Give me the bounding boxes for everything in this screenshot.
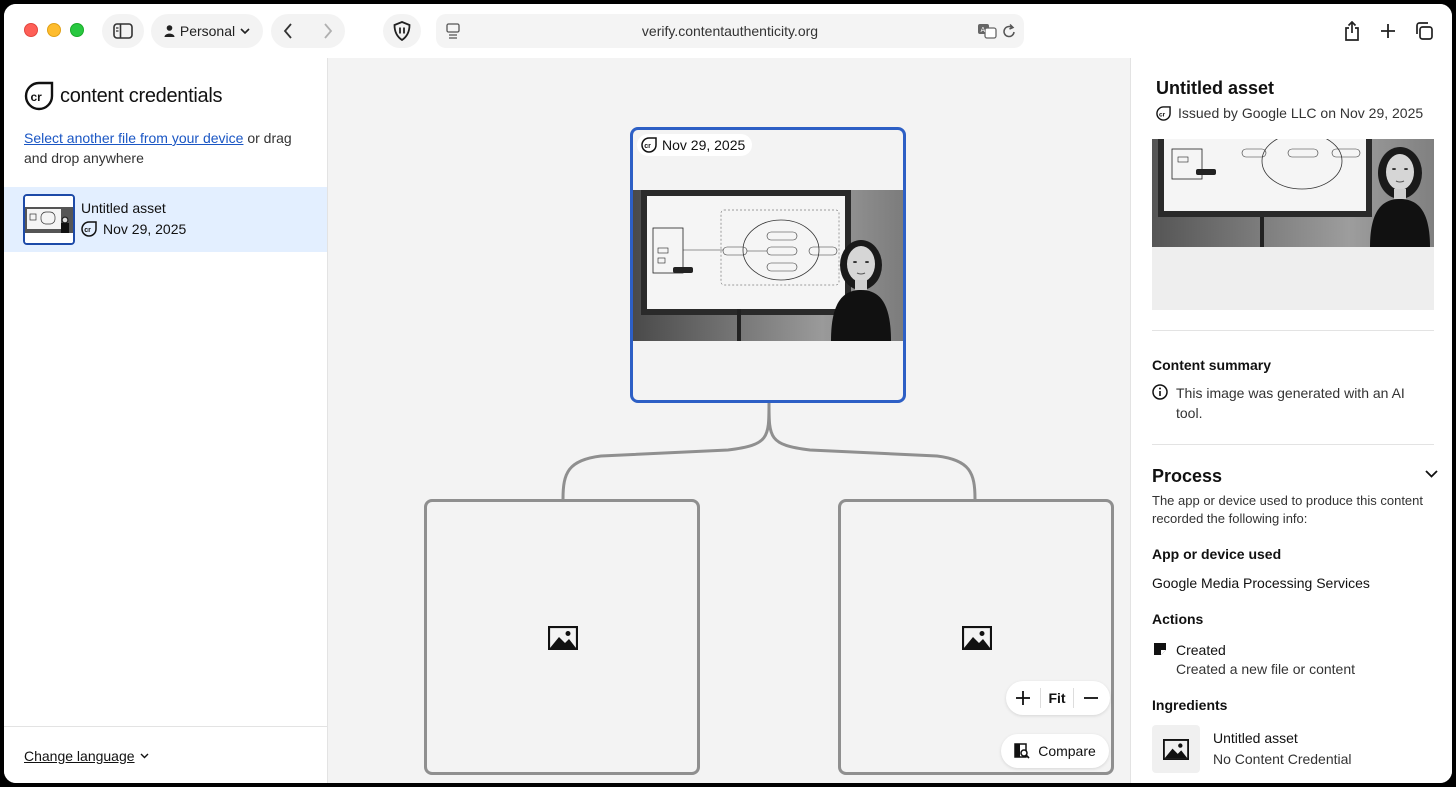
change-language-label: Change language (24, 748, 135, 764)
zoom-controls: Fit (1006, 681, 1110, 715)
profile-menu-button[interactable]: Personal (151, 14, 263, 48)
process-intro: The app or device used to produce this c… (1152, 493, 1424, 526)
compare-label: Compare (1038, 743, 1096, 759)
asset-date-row: cr Nov 29, 2025 (81, 221, 186, 237)
svg-text:A: A (981, 26, 986, 34)
divider (4, 726, 327, 727)
info-icon (1152, 384, 1168, 400)
plus-icon (1016, 691, 1030, 705)
content-summary-heading: Content summary (1152, 357, 1272, 373)
ingredient-node-left[interactable] (424, 499, 700, 775)
details-panel: Untitled asset cr Issued by Google LLC o… (1130, 58, 1452, 783)
asset-thumbnail (23, 194, 75, 245)
profile-label: Personal (179, 23, 236, 39)
change-language-button[interactable]: Change language (24, 748, 149, 764)
cr-logo-icon: cr (24, 81, 54, 111)
zoom-out-button[interactable] (1074, 681, 1108, 715)
divider (1152, 444, 1434, 445)
content-summary-text: This image was generated with an AI tool… (1176, 385, 1405, 421)
url-text: verify.contentauthenticity.org (641, 23, 819, 39)
navigation-buttons (271, 14, 345, 48)
svg-text:cr: cr (31, 90, 43, 104)
issuer-text: Issued by Google LLC on Nov 29, 2025 (1178, 105, 1424, 121)
asset-date: Nov 29, 2025 (103, 221, 187, 237)
select-file-link[interactable]: Select another file from your device (24, 130, 243, 146)
content-credentials-logo[interactable]: cr content credentials (24, 81, 222, 111)
close-window-button[interactable] (24, 23, 38, 37)
reload-icon[interactable] (1002, 23, 1016, 39)
cr-badge-icon: cr (641, 137, 657, 153)
minimize-window-button[interactable] (47, 23, 61, 37)
node-date: Nov 29, 2025 (662, 137, 746, 153)
logo-text: content credentials (60, 84, 223, 107)
tab-overview-button[interactable] (1406, 14, 1442, 48)
asset-list-item[interactable]: Untitled asset cr Nov 29, 2025 (4, 187, 327, 252)
svg-text:cr: cr (84, 227, 91, 234)
image-placeholder-icon (548, 626, 578, 650)
browser-toolbar: Personal verify.contentauthenticity.org … (4, 4, 1452, 58)
app-device-value: Google Media Processing Services (1152, 575, 1370, 591)
left-sidebar: cr content credentials Select another fi… (4, 58, 328, 783)
svg-text:cr: cr (644, 143, 651, 150)
person-icon (164, 25, 175, 37)
divider (1152, 330, 1434, 331)
ingredient-thumbnail[interactable] (1152, 725, 1200, 773)
preview-image (1152, 139, 1434, 247)
action-description: Created a new file or content (1176, 661, 1355, 677)
plus-icon (1381, 24, 1395, 38)
address-bar[interactable]: verify.contentauthenticity.org A (436, 14, 1024, 48)
ingredient-title: Untitled asset (1213, 730, 1298, 746)
sidebar-toggle-button[interactable] (102, 14, 144, 48)
forward-arrow-icon[interactable] (323, 23, 333, 39)
app-device-heading: App or device used (1152, 546, 1282, 562)
zoom-in-button[interactable] (1006, 681, 1040, 715)
action-title: Created (1176, 642, 1226, 658)
zoom-window-button[interactable] (70, 23, 84, 37)
asset-title: Untitled asset (81, 200, 166, 216)
chevron-down-icon (140, 753, 149, 759)
asset-image (633, 190, 903, 341)
upload-instructions: Select another file from your device or … (24, 128, 314, 168)
translate-icon[interactable]: A (977, 23, 997, 39)
shield-icon (393, 21, 411, 41)
asset-preview (1152, 139, 1434, 310)
share-button[interactable] (1334, 14, 1370, 48)
chevron-down-icon[interactable] (1425, 470, 1438, 478)
minus-icon (1084, 697, 1098, 699)
process-heading: Process (1152, 466, 1223, 486)
browser-window: Personal verify.contentauthenticity.org … (4, 4, 1452, 783)
cr-badge-icon: cr (1156, 105, 1171, 121)
back-arrow-icon[interactable] (283, 23, 293, 39)
provenance-canvas[interactable]: cr Nov 29, 2025 Fit Compare (328, 58, 1130, 783)
image-placeholder-icon (962, 626, 992, 650)
node-date-chip: cr Nov 29, 2025 (637, 134, 753, 156)
asset-details-title: Untitled asset (1156, 78, 1275, 98)
sidebar-icon (113, 23, 133, 39)
compare-button[interactable]: Compare (1001, 734, 1109, 768)
actions-heading: Actions (1152, 611, 1204, 627)
issuer-row: cr Issued by Google LLC on Nov 29, 2025 (1156, 105, 1423, 121)
privacy-shield-button[interactable] (383, 14, 421, 48)
chevron-down-icon (240, 27, 250, 34)
cr-badge-icon: cr (81, 221, 97, 237)
image-placeholder-icon (1163, 738, 1189, 760)
main-asset-node[interactable]: cr Nov 29, 2025 (630, 127, 906, 403)
tabs-icon (1416, 22, 1433, 40)
created-action-icon (1154, 643, 1166, 655)
share-icon (1345, 21, 1359, 41)
compare-icon (1014, 743, 1030, 759)
zoom-fit-button[interactable]: Fit (1040, 688, 1074, 708)
ingredient-description: No Content Credential (1213, 751, 1352, 767)
ingredients-heading: Ingredients (1152, 697, 1228, 713)
new-tab-button[interactable] (1370, 14, 1406, 48)
svg-text:cr: cr (1159, 111, 1166, 118)
